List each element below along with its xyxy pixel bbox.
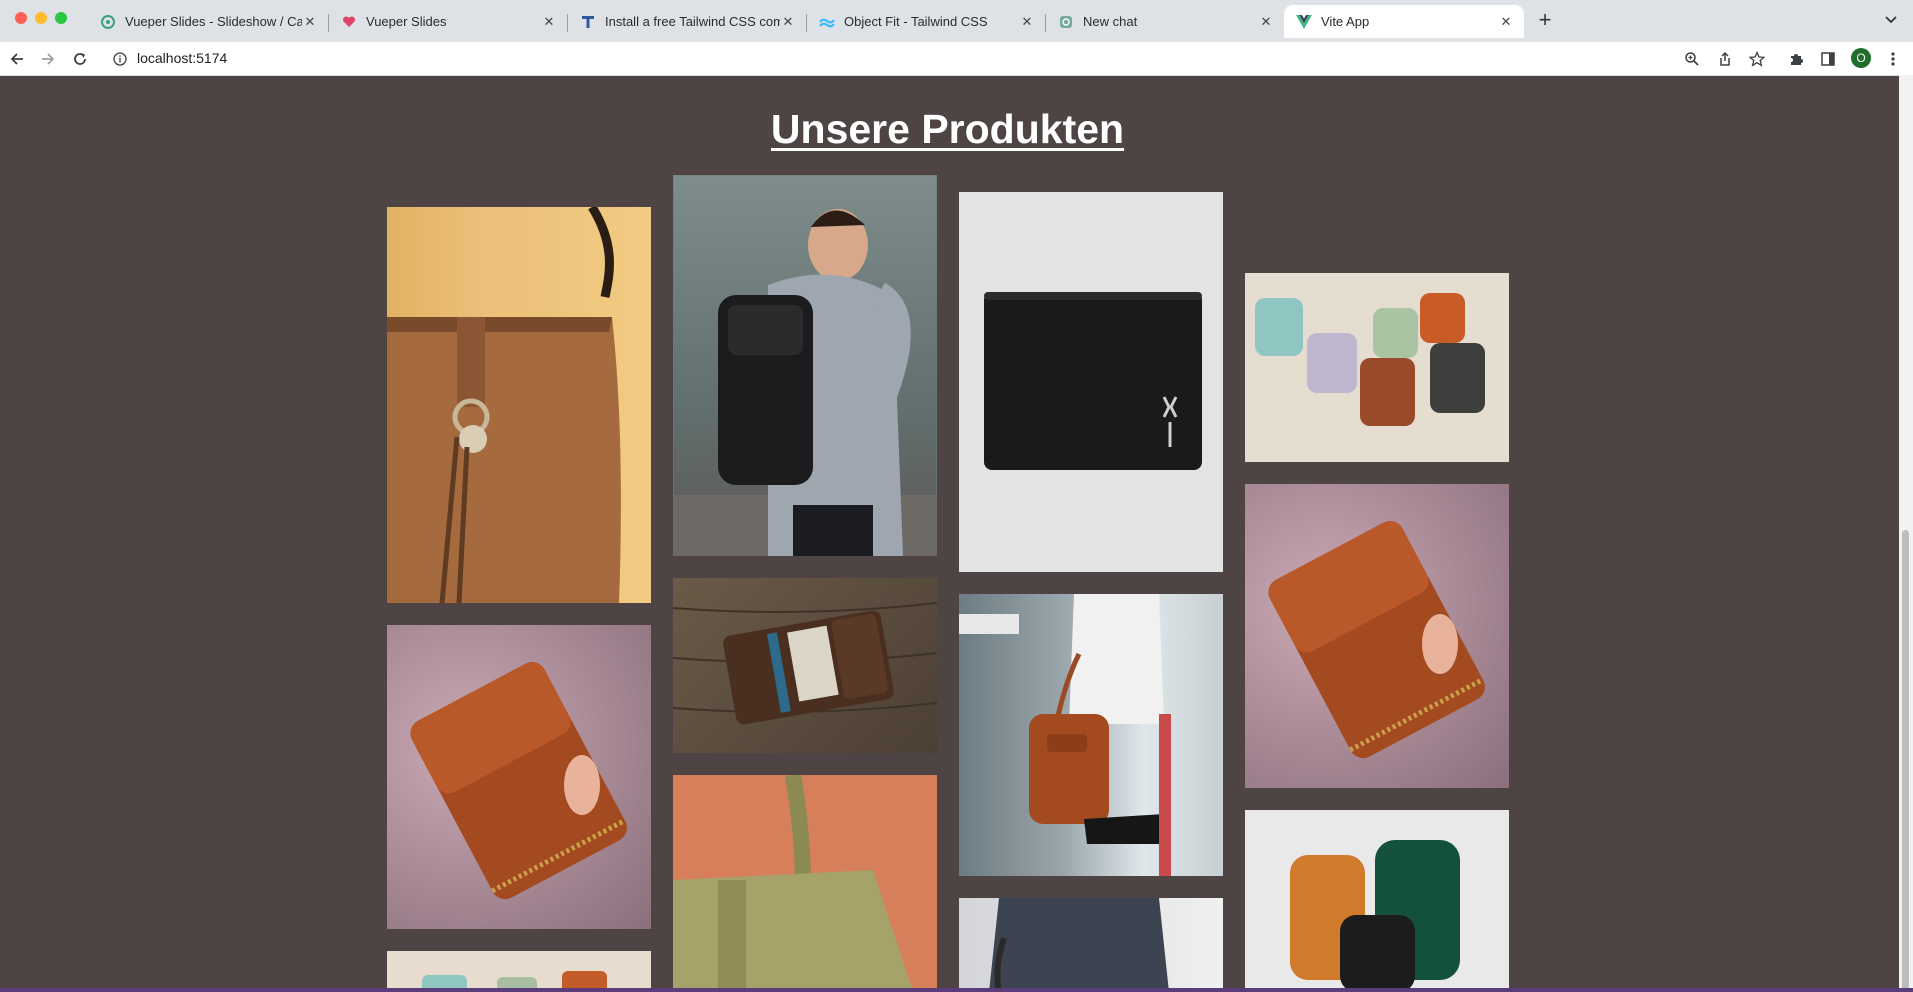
product-image[interactable]: [387, 951, 651, 992]
tab-close-icon[interactable]: ✕: [1258, 14, 1274, 30]
share-icon[interactable]: [1715, 49, 1735, 69]
colored-backpacks-illustration: [1290, 840, 1460, 992]
tailwind-t-icon: [580, 14, 596, 30]
card-wallet-illustration: [673, 602, 937, 725]
address-bar[interactable]: localhost:5174: [137, 50, 227, 66]
browser-tab[interactable]: Vueper Slides ✕: [329, 5, 567, 38]
product-image[interactable]: [1245, 810, 1509, 992]
bookmark-star-icon[interactable]: [1747, 49, 1767, 69]
tab-title: Object Fit - Tailwind CSS: [844, 14, 988, 29]
product-image[interactable]: [673, 775, 937, 992]
man-with-backpack-illustration: [673, 175, 937, 556]
maximize-window-button[interactable]: [55, 12, 67, 24]
back-arrow-icon[interactable]: [7, 49, 27, 69]
tab-close-icon[interactable]: ✕: [1019, 14, 1035, 30]
tab-title: New chat: [1083, 14, 1138, 29]
product-image[interactable]: [959, 898, 1223, 992]
product-image[interactable]: [387, 207, 651, 603]
tailwind-wave-icon: [819, 14, 835, 30]
vueper-heart-icon: [341, 14, 357, 30]
product-image[interactable]: [673, 578, 937, 753]
browser-tab[interactable]: Vueper Slides - Slideshow / Ca ✕: [88, 5, 328, 38]
scrollbar-thumb[interactable]: [1902, 530, 1909, 992]
product-image[interactable]: [959, 192, 1223, 572]
desktop-edge: [0, 988, 1913, 992]
tab-close-icon[interactable]: ✕: [541, 14, 557, 30]
black-wallet-illustration: [984, 292, 1202, 470]
site-info-icon[interactable]: [110, 49, 130, 69]
product-image[interactable]: [1245, 273, 1509, 462]
browser-tab[interactable]: New chat ✕: [1046, 5, 1284, 38]
zip-wallet-illustration: [410, 662, 627, 900]
new-tab-button[interactable]: +: [1535, 9, 1555, 33]
product-image[interactable]: [673, 175, 937, 556]
browser-tab-active[interactable]: Vite App ✕: [1284, 5, 1524, 38]
tab-title: Vite App: [1321, 14, 1370, 29]
woman-mini-backpack-illustration: [959, 594, 1171, 876]
browser-tab-bar: Vueper Slides - Slideshow / Ca ✕ Vueper …: [0, 0, 1913, 42]
more-vertical-icon[interactable]: [1883, 49, 1903, 69]
product-image[interactable]: [959, 594, 1223, 876]
product-image[interactable]: [387, 625, 651, 929]
green-tote-illustration: [673, 775, 913, 992]
tab-title: Vueper Slides - Slideshow / Ca: [125, 14, 302, 29]
reload-icon[interactable]: [70, 49, 90, 69]
chat-icon: [1058, 14, 1074, 30]
browser-tab[interactable]: Object Fit - Tailwind CSS ✕: [807, 5, 1045, 38]
extensions-puzzle-icon[interactable]: [1786, 49, 1806, 69]
chevron-down-icon[interactable]: [1884, 12, 1898, 31]
vue-icon: [1296, 14, 1312, 30]
product-image[interactable]: [1245, 484, 1509, 788]
denim-person-illustration: [989, 898, 1169, 992]
tab-title: Vueper Slides: [366, 14, 447, 29]
tab-title: Install a free Tailwind CSS com: [605, 14, 780, 29]
tan-tote-bag-illustration: [387, 207, 621, 603]
close-window-button[interactable]: [15, 12, 27, 24]
vueper-icon: [100, 14, 116, 30]
pastel-backpacks-group-illustration: [1255, 293, 1485, 426]
minimize-window-button[interactable]: [35, 12, 47, 24]
side-panel-icon[interactable]: [1818, 49, 1838, 69]
tab-close-icon[interactable]: ✕: [302, 14, 318, 30]
tab-close-icon[interactable]: ✕: [780, 14, 796, 30]
browser-toolbar: localhost:5174 O: [0, 42, 1913, 76]
browser-tab[interactable]: Install a free Tailwind CSS com ✕: [568, 5, 806, 38]
zoom-icon[interactable]: [1682, 49, 1702, 69]
pastel-backpacks-illustration: [422, 971, 607, 992]
tab-close-icon[interactable]: ✕: [1498, 14, 1514, 30]
page-title: Unsere Produkten: [770, 106, 1125, 152]
profile-avatar[interactable]: O: [1851, 48, 1871, 68]
zip-wallet-illustration: [1268, 521, 1485, 759]
forward-arrow-icon[interactable]: [38, 49, 58, 69]
